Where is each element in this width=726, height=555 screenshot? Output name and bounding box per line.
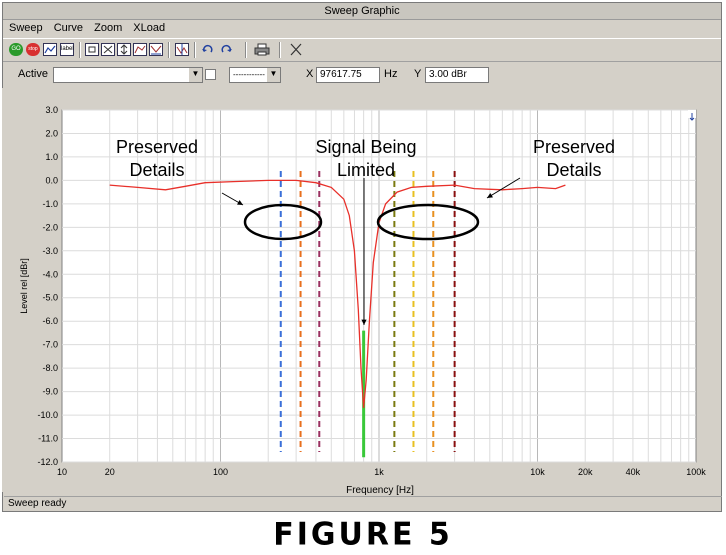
y-tick-label: -8.0 (42, 363, 58, 373)
y-tick-label: 2.0 (45, 128, 58, 138)
y-tick-label: 3.0 (45, 105, 58, 115)
y-tick-label: -9.0 (42, 387, 58, 397)
x-axis-ticks: 10 20 100 1k 10k 20k 40k 100k (57, 467, 706, 477)
x-axis-label: Frequency [Hz] (346, 485, 414, 496)
x-tick-label: 100 (213, 467, 228, 477)
y-tick-label: -12.0 (37, 457, 58, 467)
x-tick-label: 100k (686, 467, 706, 477)
x-tick-label: 20k (578, 467, 593, 477)
y-tick-label: -10.0 (37, 410, 58, 420)
y-tick-label: -6.0 (42, 316, 58, 326)
y-tick-label: -7.0 (42, 340, 58, 350)
y-tick-label: -4.0 (42, 269, 58, 279)
annotation-text: Preserved (116, 137, 198, 157)
y-tick-label: -1.0 (42, 199, 58, 209)
annotation-text: Signal Being (315, 137, 416, 157)
annotation-text: Limited (337, 160, 395, 180)
annotation-text: Details (129, 160, 184, 180)
y-tick-label: -2.0 (42, 222, 58, 232)
x-tick-label: 20 (105, 467, 115, 477)
y-tick-label: 1.0 (45, 152, 58, 162)
sweep-chart: 3.0 2.0 1.0 0.0 -1.0 -2.0 -3.0 -4.0 -5.0 -6.0 -7.0… (19, 105, 706, 496)
y-axis-ticks: 3.0 2.0 1.0 0.0 -1.0 -2.0 -3.0 -4.0 -5.0 -6.0 -7.0… (37, 105, 58, 467)
y-tick-label: -3.0 (42, 246, 58, 256)
annotation-text: Preserved (533, 137, 615, 157)
y-tick-label: -11.0 (38, 434, 58, 444)
x-tick-label: 10 (57, 467, 67, 477)
y-axis-label: Level rel [dBr] (19, 258, 29, 314)
y-tick-label: -5.0 (42, 293, 58, 303)
status-bar: Sweep ready (4, 496, 722, 511)
x-tick-label: 40k (626, 467, 641, 477)
annotation-text: Details (546, 160, 601, 180)
y-tick-label: 0.0 (45, 175, 58, 185)
figure-caption: FIGURE 5 (273, 516, 453, 553)
x-tick-label: 10k (530, 467, 545, 477)
x-tick-label: 1k (374, 467, 384, 477)
